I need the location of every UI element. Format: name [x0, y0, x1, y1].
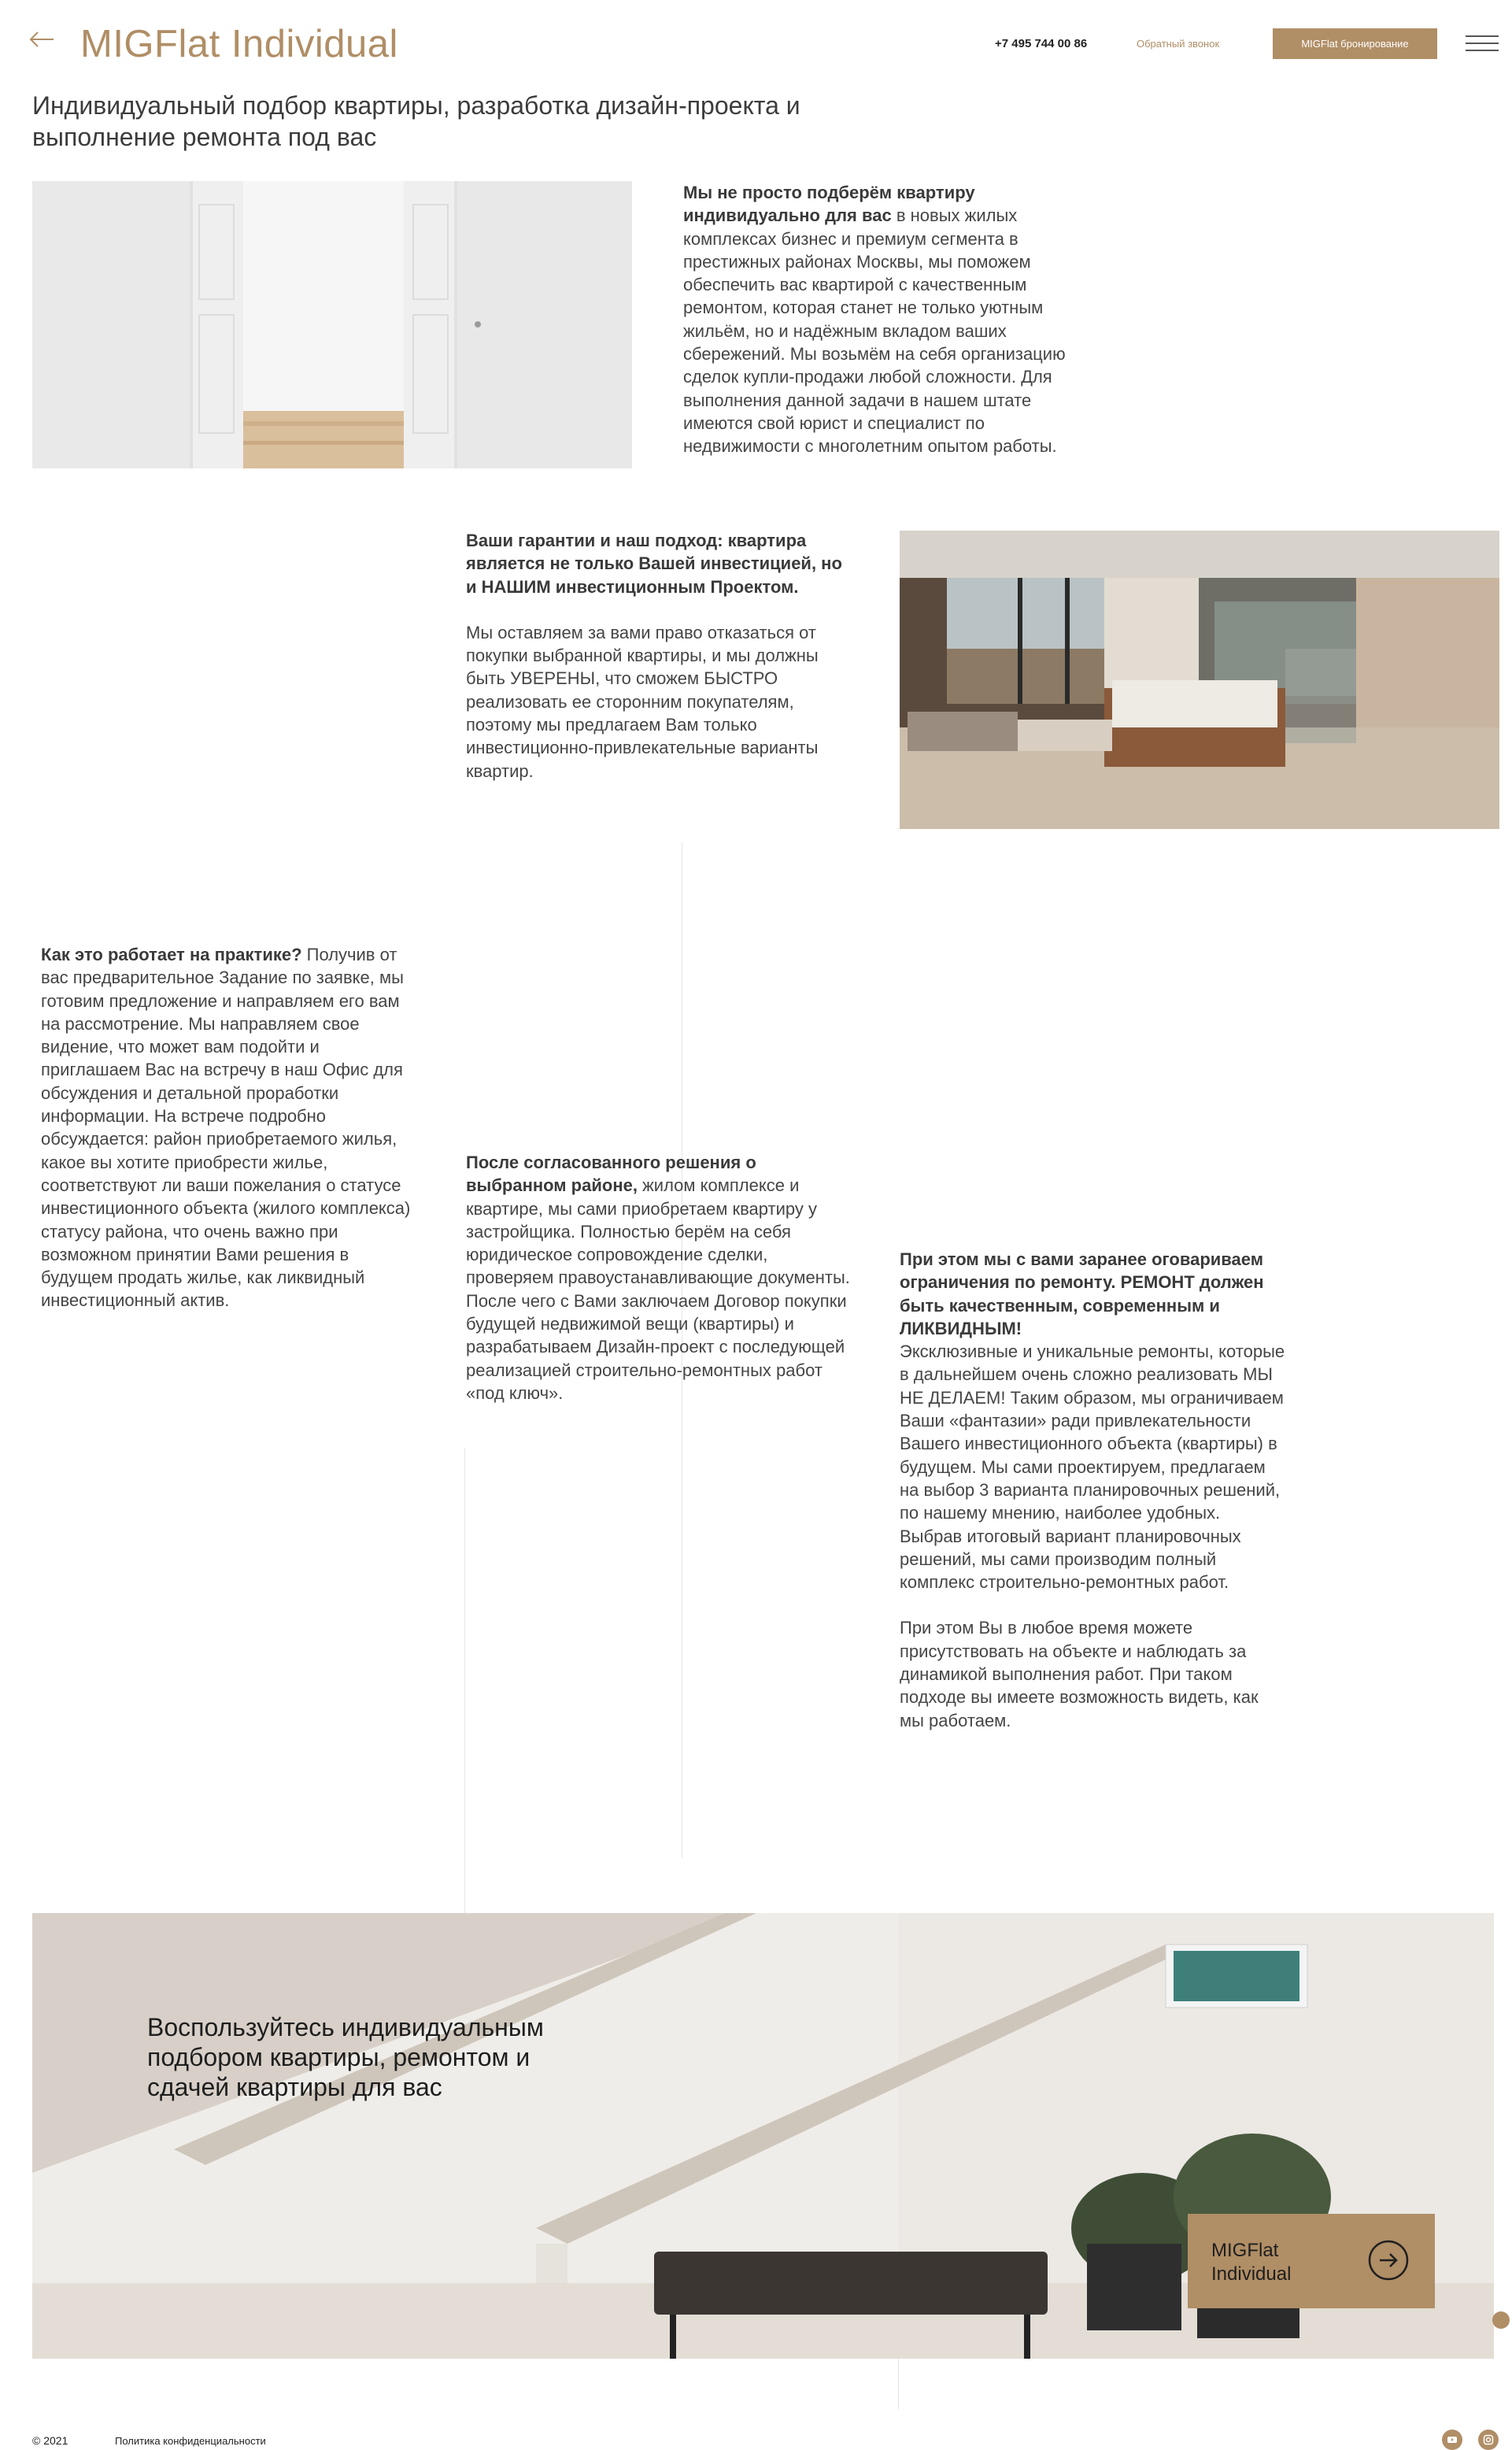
decision-text: жилом комплексе и квартире, мы сами прио…	[466, 1175, 850, 1403]
intro-paragraph: Мы не просто подберём квартиру индивидуа…	[683, 181, 1100, 458]
booking-button[interactable]: MIGFlat бронирование	[1273, 28, 1437, 59]
page-subtitle: Индивидуальный подбор квартиры, разработ…	[32, 91, 800, 151]
callback-link[interactable]: Обратный звонок	[1137, 38, 1219, 50]
banner-card-label: MIGFlat Individual	[1211, 2240, 1292, 2285]
guarantees-bold: Ваши гарантии и наш подход: квартира явл…	[466, 531, 842, 597]
renovation-text-2: При этом Вы в любое время можете присутс…	[900, 1618, 1259, 1730]
scroll-indicator-icon[interactable]	[1492, 2311, 1510, 2329]
back-arrow-icon[interactable]	[28, 30, 55, 49]
guarantees-paragraph: Ваши гарантии и наш подход: квартира явл…	[466, 529, 852, 783]
practice-text: Получив от вас предварительное Задание п…	[41, 945, 411, 1311]
hamburger-menu-icon[interactable]	[1466, 35, 1499, 53]
guide-line	[464, 1449, 465, 1921]
banner-cta-card[interactable]: MIGFlat Individual	[1188, 2214, 1435, 2308]
brand-title[interactable]: MIGFlat Individual	[80, 22, 398, 66]
youtube-icon[interactable]	[1442, 2430, 1462, 2450]
copyright: © 2021	[32, 2434, 68, 2447]
hall-doors-image	[32, 181, 632, 468]
banner-heading: Воспользуйтесь индивидуальным подбором к…	[147, 2013, 544, 2101]
practice-paragraph: Как это работает на практике? Получив от…	[41, 943, 419, 1312]
phone-number[interactable]: +7 495 744 00 86	[995, 37, 1087, 50]
renovation-text: Эксклюзивные и уникальные ремонты, котор…	[900, 1342, 1285, 1593]
decision-paragraph: После согласованного решения о выбранном…	[466, 1151, 852, 1404]
bedroom-image	[900, 531, 1499, 829]
practice-bold: Как это работает на практике?	[41, 945, 302, 964]
renovation-bold: При этом мы с вами заранее оговариваем о…	[900, 1249, 1264, 1338]
instagram-icon[interactable]	[1478, 2430, 1499, 2450]
privacy-policy-link[interactable]: Политика конфиденциальности	[115, 2435, 266, 2447]
intro-text: в новых жилых комплексах бизнес и премиу…	[683, 205, 1066, 457]
renovation-paragraph: При этом мы с вами заранее оговариваем о…	[900, 1248, 1285, 1732]
arrow-right-circle-icon[interactable]	[1367, 2239, 1410, 2282]
guide-line	[898, 2354, 899, 2409]
guarantees-text: Мы оставляем за вами право отказаться от…	[466, 622, 819, 781]
